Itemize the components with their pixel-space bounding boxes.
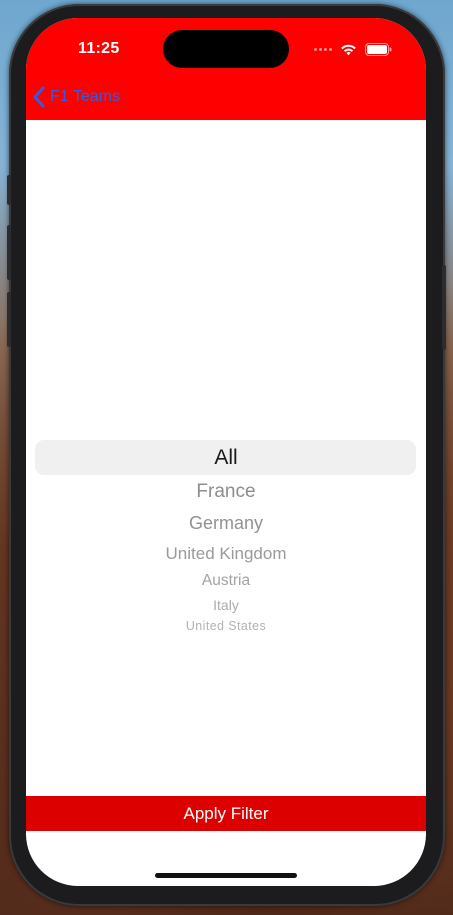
wifi-icon <box>341 44 356 55</box>
back-button-label: F1 Teams <box>50 88 120 105</box>
back-button[interactable]: F1 Teams <box>32 84 120 110</box>
picker-option-germany[interactable]: Germany <box>26 513 426 534</box>
phone-screen: 11:25 F1 Teams All France Germany United… <box>26 18 426 886</box>
mute-switch <box>7 175 11 205</box>
status-icons <box>314 42 392 56</box>
battery-icon <box>365 42 392 56</box>
chevron-left-icon <box>33 86 45 108</box>
picker-option-united-states[interactable]: United States <box>26 619 426 633</box>
cellular-signal-icon <box>314 47 332 51</box>
picker-option-all[interactable]: All <box>26 445 426 470</box>
status-time: 11:25 <box>78 40 120 57</box>
power-button <box>442 265 446 350</box>
picker-option-united-kingdom[interactable]: United Kingdom <box>26 544 426 564</box>
dynamic-island <box>163 30 289 68</box>
volume-up-button <box>7 225 11 280</box>
picker-option-austria[interactable]: Austria <box>26 572 426 590</box>
country-picker[interactable]: All France Germany United Kingdom Austri… <box>26 120 426 796</box>
picker-option-italy[interactable]: Italy <box>26 597 426 613</box>
volume-down-button <box>7 292 11 347</box>
picker-option-france[interactable]: France <box>26 481 426 503</box>
home-indicator[interactable] <box>155 873 297 878</box>
apply-filter-button[interactable]: Apply Filter <box>26 796 426 831</box>
navigation-header: 11:25 F1 Teams <box>26 18 426 120</box>
